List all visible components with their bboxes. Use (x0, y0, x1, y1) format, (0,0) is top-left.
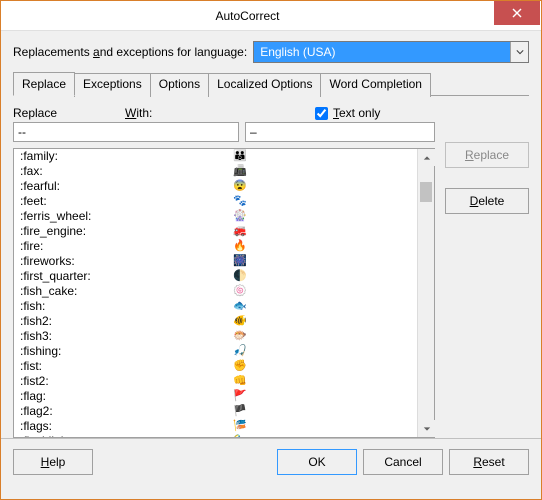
tab-strip: ReplaceExceptionsOptionsLocalized Option… (13, 71, 529, 96)
list-item[interactable]: :fax: (14, 164, 227, 179)
tab-localized-options[interactable]: Localized Options (208, 73, 321, 97)
close-button[interactable] (494, 1, 540, 25)
list-item[interactable]: :fish: (14, 299, 227, 314)
delete-button[interactable]: Delete (445, 188, 529, 214)
text-only-checkbox[interactable]: Text only (315, 106, 435, 120)
list-item-value[interactable]: 🚒 (227, 224, 417, 239)
list-item[interactable]: :fireworks: (14, 254, 227, 269)
replace-label: Replace (13, 106, 125, 120)
tab-options[interactable]: Options (150, 73, 209, 97)
scroll-up-button[interactable] (418, 149, 435, 166)
language-selected: English (USA) (254, 42, 510, 62)
list-item-value[interactable]: 🔦 (227, 434, 417, 437)
list-item-value[interactable]: ✊ (227, 359, 417, 374)
panel-left: Replace With: Text only :family::fax::fe… (13, 106, 435, 438)
list-item[interactable]: :fish3: (14, 329, 227, 344)
list-item-value[interactable]: 🎆 (227, 254, 417, 269)
close-icon (512, 8, 522, 18)
chevron-down-icon (423, 425, 431, 433)
cancel-button[interactable]: Cancel (363, 449, 443, 475)
tab-exceptions[interactable]: Exceptions (74, 73, 151, 97)
list-item[interactable]: :feet: (14, 194, 227, 209)
language-dropdown[interactable]: English (USA) (253, 41, 529, 63)
list-item-value[interactable]: 🚩 (227, 389, 417, 404)
window-title: AutoCorrect (1, 9, 494, 23)
list-item[interactable]: :flashlight: (14, 434, 227, 437)
list-item-value[interactable]: 🌓 (227, 269, 417, 284)
scroll-thumb[interactable] (420, 182, 432, 202)
with-label: With: (125, 106, 315, 120)
replace-input[interactable] (13, 122, 239, 142)
list-item[interactable]: :fish2: (14, 314, 227, 329)
list-item-value[interactable]: 🐾 (227, 194, 417, 209)
list-item-value[interactable]: 😨 (227, 179, 417, 194)
list-item[interactable]: :fist: (14, 359, 227, 374)
list-item-value[interactable]: 🎣 (227, 344, 417, 359)
list-item[interactable]: :ferris_wheel: (14, 209, 227, 224)
list-item-value[interactable]: 👊 (227, 374, 417, 389)
list-item-value[interactable]: 🐟 (227, 299, 417, 314)
chevron-up-icon (423, 154, 431, 162)
list-item-value[interactable]: 🏴 (227, 404, 417, 419)
list-item[interactable]: :fearful: (14, 179, 227, 194)
dialog-content: Replacements and exceptions for language… (1, 31, 541, 438)
reset-button[interactable]: Reset (449, 449, 529, 475)
titlebar: AutoCorrect (1, 1, 541, 31)
list-item[interactable]: :fire: (14, 239, 227, 254)
replace-button[interactable]: Replace (445, 142, 529, 168)
list-item[interactable]: :fishing: (14, 344, 227, 359)
button-bar: Help OK Cancel Reset (1, 438, 541, 485)
scrollbar[interactable] (417, 149, 434, 437)
input-row (13, 122, 435, 142)
list-item[interactable]: :flag2: (14, 404, 227, 419)
with-input[interactable] (245, 122, 435, 142)
language-row: Replacements and exceptions for language… (13, 41, 529, 63)
list-item-value[interactable]: 🎏 (227, 419, 417, 434)
list-item[interactable]: :flags: (14, 419, 227, 434)
tab-word-completion[interactable]: Word Completion (320, 73, 430, 97)
ok-button[interactable]: OK (277, 449, 357, 475)
replacements-list[interactable]: :family::fax::fearful::feet::ferris_whee… (13, 148, 435, 438)
chevron-down-icon (516, 48, 524, 56)
help-button[interactable]: Help (13, 449, 93, 475)
panel-right: Replace Delete (445, 106, 529, 438)
list-item-value[interactable]: 🐠 (227, 314, 417, 329)
list-item[interactable]: :fist2: (14, 374, 227, 389)
scroll-down-button[interactable] (418, 420, 435, 437)
list-item-value[interactable]: 👪 (227, 149, 417, 164)
replace-panel: Replace With: Text only :family::fax::fe… (13, 96, 529, 438)
language-label: Replacements and exceptions for language… (13, 45, 247, 59)
list-columns: :family::fax::fearful::feet::ferris_whee… (14, 149, 417, 437)
dropdown-arrow (510, 42, 528, 62)
field-labels: Replace With: Text only (13, 106, 435, 120)
list-col-with: 👪📠😨🐾🎡🚒🔥🎆🌓🍥🐟🐠🐡🎣✊👊🚩🏴🎏🔦 (227, 149, 417, 437)
list-item-value[interactable]: 🍥 (227, 284, 417, 299)
text-only-input[interactable] (315, 107, 328, 120)
list-item-value[interactable]: 📠 (227, 164, 417, 179)
list-item[interactable]: :fish_cake: (14, 284, 227, 299)
tab-replace[interactable]: Replace (13, 72, 75, 96)
list-item-value[interactable]: 🔥 (227, 239, 417, 254)
list-col-replace: :family::fax::fearful::feet::ferris_whee… (14, 149, 227, 437)
list-item[interactable]: :family: (14, 149, 227, 164)
list-item-value[interactable]: 🐡 (227, 329, 417, 344)
list-item[interactable]: :fire_engine: (14, 224, 227, 239)
list-item[interactable]: :flag: (14, 389, 227, 404)
list-item[interactable]: :first_quarter: (14, 269, 227, 284)
text-only-label: Text only (333, 106, 380, 120)
list-item-value[interactable]: 🎡 (227, 209, 417, 224)
